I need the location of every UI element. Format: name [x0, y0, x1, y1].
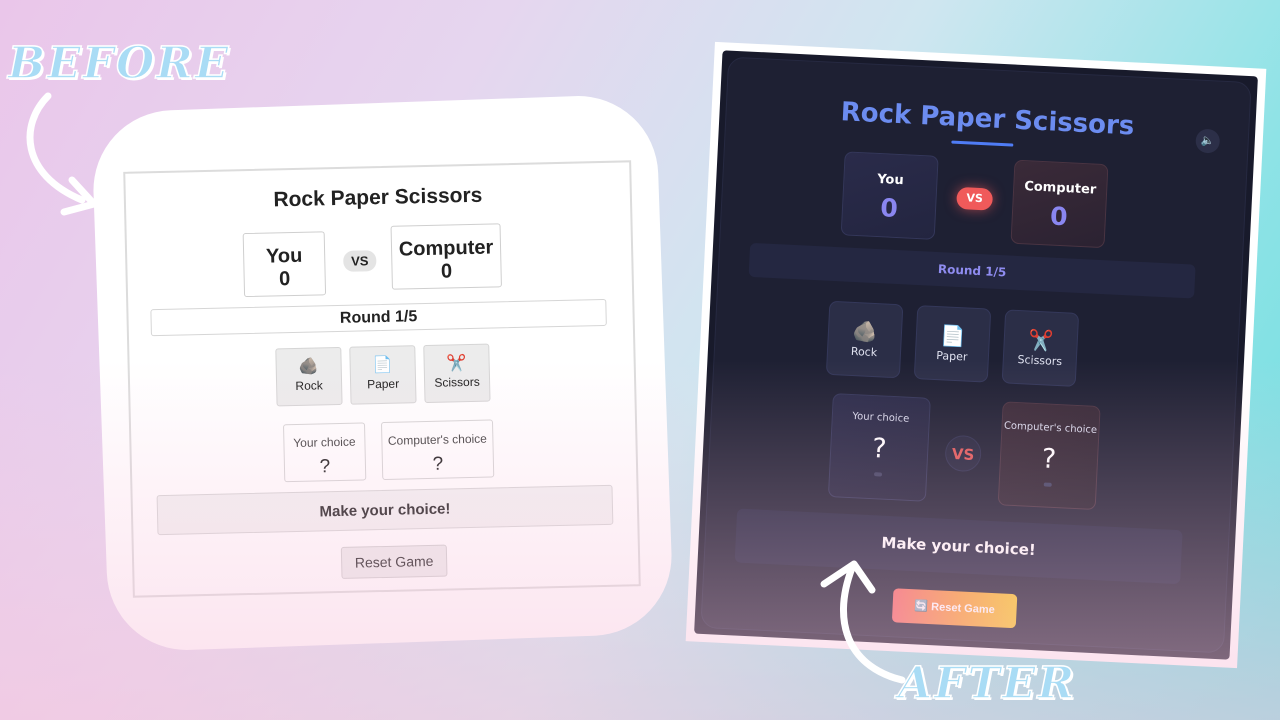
computer-choice-label: Computer's choice [387, 431, 488, 448]
after-label: AFTER [897, 657, 1077, 710]
computer-score-box: Computer 0 [390, 223, 502, 290]
computer-choice-label: Computer's choice [1003, 420, 1098, 436]
your-choice-label: Your choice [852, 411, 910, 425]
after-game-card: Rock Paper Scissors 🔈 You 0 VS Computer … [700, 56, 1252, 654]
speaker-icon[interactable]: 🔈 [1195, 128, 1221, 154]
paper-label: Paper [936, 349, 968, 364]
computer-score: 0 [440, 260, 453, 283]
before-arrow-icon [26, 92, 98, 216]
computer-score-card: Computer 0 [1010, 159, 1109, 249]
round-indicator: Round 1/5 [748, 242, 1196, 299]
rock-icon: 🪨 [298, 358, 319, 376]
scissors-button[interactable]: ✂️ Scissors [1001, 309, 1080, 387]
your-choice-label: Your choice [293, 434, 356, 451]
player-score: 0 [879, 193, 899, 223]
computer-choice-value: ? [432, 453, 444, 475]
before-game-card: Rock Paper Scissors You 0 VS Computer 0 … [123, 160, 641, 598]
rock-button[interactable]: 🪨 Rock [275, 346, 343, 407]
player-label: You [876, 171, 904, 189]
player-score: 0 [278, 268, 291, 291]
your-choice-box: Your choice ? [283, 422, 367, 483]
paper-button[interactable]: 📄 Paper [913, 305, 992, 383]
scissors-label: Scissors [434, 374, 480, 390]
paper-label: Paper [366, 376, 400, 392]
computer-choice-value: ? [1041, 443, 1057, 476]
scissors-icon: ✂️ [1027, 327, 1054, 353]
computer-choice-card: Computer's choice ? [997, 401, 1101, 511]
rock-label: Rock [850, 344, 878, 360]
paper-icon: 📄 [372, 356, 393, 375]
scissors-button[interactable]: ✂️ Scissors [423, 343, 491, 404]
computer-label: Computer [1023, 179, 1097, 198]
computer-choice-box: Computer's choice ? [380, 419, 495, 481]
your-choice-value: ? [871, 433, 888, 465]
computer-score: 0 [1049, 201, 1069, 232]
game-title: Rock Paper Scissors [840, 97, 1135, 142]
your-choice-value: ? [319, 456, 331, 478]
reset-game-button[interactable]: Reset Game [340, 544, 448, 579]
after-arrow-icon [820, 560, 906, 684]
computer-label: Computer [398, 236, 494, 261]
your-choice-indicator [873, 472, 883, 477]
player-score-card: You 0 [840, 151, 939, 240]
rock-icon: 🪨 [851, 318, 879, 345]
paper-button[interactable]: 📄 Paper [349, 345, 417, 405]
status-message: Make your choice! [156, 484, 614, 536]
round-indicator: Round 1/5 [150, 298, 607, 337]
before-label: BEFORE [7, 37, 231, 90]
after-frame: Rock Paper Scissors 🔈 You 0 VS Computer … [685, 41, 1267, 669]
your-choice-card: Your choice ? [827, 393, 931, 502]
vs-badge: VS [343, 250, 377, 272]
vs-badge: VS [956, 186, 994, 211]
rock-button[interactable]: 🪨 Rock [825, 300, 904, 379]
game-title: Rock Paper Scissors [273, 183, 483, 212]
reset-game-label: Reset Game [930, 601, 996, 617]
rock-label: Rock [295, 378, 323, 393]
status-message: Make your choice! [734, 508, 1183, 585]
scissors-label: Scissors [1017, 353, 1063, 369]
title-underline [951, 140, 1014, 147]
player-score-box: You 0 [242, 231, 327, 298]
computer-choice-indicator [1043, 482, 1052, 487]
scissors-icon: ✂️ [446, 355, 467, 373]
paper-icon: 📄 [939, 323, 966, 349]
player-label: You [265, 244, 303, 268]
vs-divider: VS [944, 434, 983, 473]
